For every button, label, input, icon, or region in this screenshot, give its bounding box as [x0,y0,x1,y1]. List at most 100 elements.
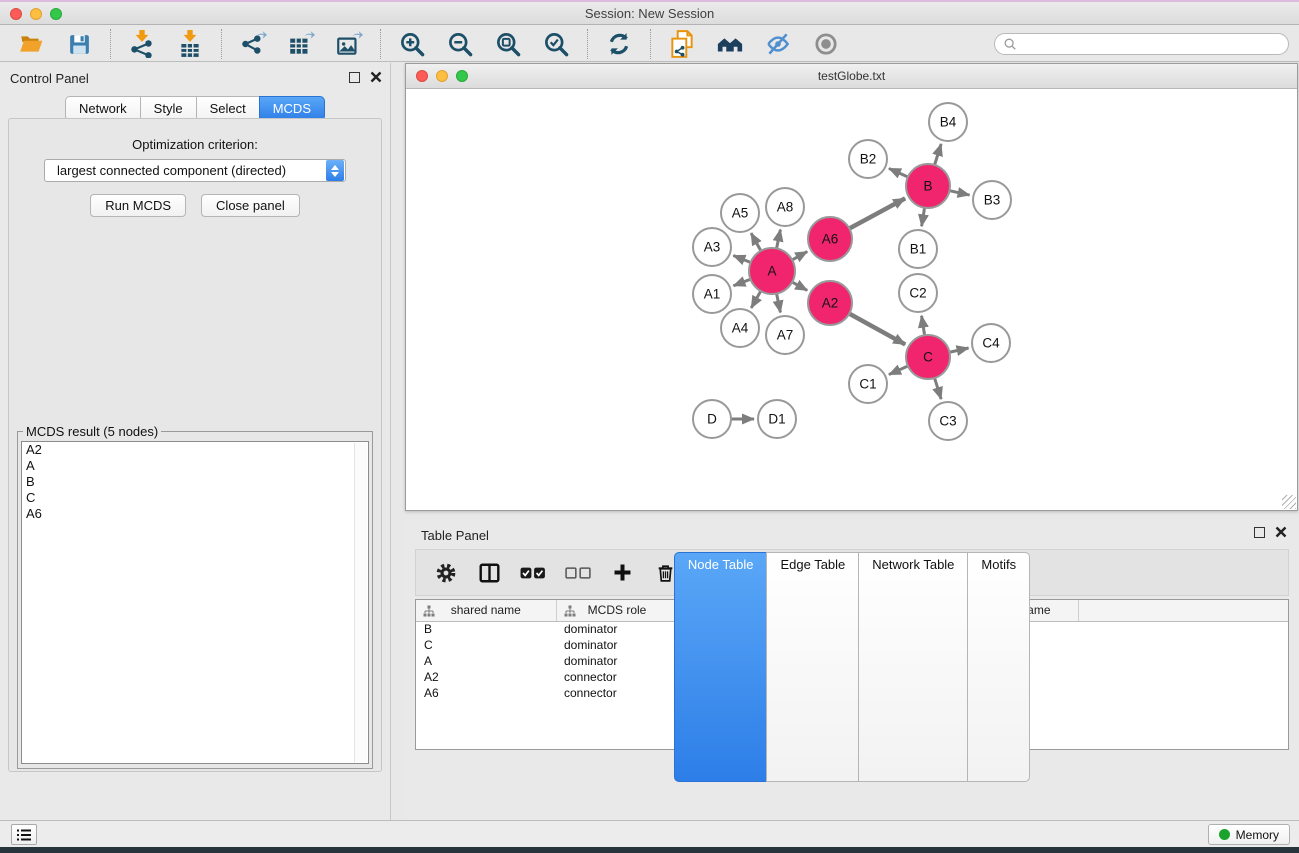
new-session-from-network-button[interactable] [668,30,696,58]
graph-edge-C-C1[interactable] [889,366,908,375]
graph-edge-A-A6[interactable] [792,252,807,260]
tab-network-table[interactable]: Network Table [858,552,968,782]
export-table-icon [287,30,315,58]
search-field[interactable] [994,33,1289,55]
refresh-layout-button[interactable] [605,30,633,58]
network-window-titlebar[interactable]: testGlobe.txt [406,64,1297,89]
graph-edge-A6-B[interactable] [849,198,905,228]
graph-edge-B-B1[interactable] [922,208,925,227]
main-toolbar [0,27,1299,62]
export-network-button[interactable] [239,30,267,58]
app-title: Session: New Session [0,6,1299,21]
open-folder-icon [18,31,44,57]
network-view-window: testGlobe.txt B4B2BB3A5A8A6B1A3AC2A1A2A4… [405,63,1298,511]
graphics-details-icon [764,31,792,57]
memory-button[interactable]: Memory [1208,824,1290,845]
optimization-criterion-label: Optimization criterion: [9,137,381,152]
graph-edge-C-C4[interactable] [949,348,968,352]
graph-node-label-B3: B3 [984,193,1001,208]
result-scrollbar[interactable] [354,443,367,762]
tab-edge-table[interactable]: Edge Table [766,552,859,782]
graph-node-label-B: B [923,179,932,194]
zoom-in-icon [399,31,426,58]
mcds-result-item[interactable]: A6 [22,506,368,522]
select-stepper-icon [326,160,344,181]
network-graph[interactable]: B4B2BB3A5A8A6B1A3AC2A1A2A4A7C4CC1C3DD1 [406,90,1297,510]
graph-edge-A-A3[interactable] [733,256,750,263]
graph-edge-A-A7[interactable] [777,294,781,313]
criterion-selected-value: largest connected component (directed) [45,163,325,178]
memory-status-icon [1219,829,1230,840]
graph-edge-A-A8[interactable] [777,230,781,249]
graph-edge-B-B4[interactable] [935,144,942,165]
zoom-fit-button[interactable] [494,30,522,58]
graph-node-label-A7: A7 [777,328,794,343]
zoom-out-button[interactable] [446,30,474,58]
graph-node-label-C: C [923,350,933,365]
graph-node-label-A5: A5 [732,206,749,221]
tab-node-table[interactable]: Node Table [674,552,768,782]
mcds-result-item[interactable]: A [22,458,368,474]
graph-edge-A-A4[interactable] [751,291,760,308]
mcds-result-items: A2ABCA6 [22,442,368,522]
mcds-tab-content: Optimization criterion: largest connecte… [8,118,382,772]
close-panel-button[interactable]: Close panel [201,194,300,217]
graph-edge-A2-C[interactable] [849,314,905,345]
graph-node-label-A2: A2 [822,296,839,311]
graph-edge-C-C2[interactable] [922,316,925,336]
table-panel: Table Panel [405,519,1299,820]
import-table-button[interactable] [176,30,204,58]
graph-node-label-B4: B4 [940,115,957,130]
graph-node-label-A1: A1 [704,287,721,302]
save-session-button[interactable] [65,30,93,58]
float-panel-button[interactable] [349,72,360,83]
network-canvas[interactable]: B4B2BB3A5A8A6B1A3AC2A1A2A4A7C4CC1C3DD1 [406,90,1297,510]
graph-node-label-A8: A8 [777,200,794,215]
import-network-button[interactable] [128,30,156,58]
graph-edge-B-B2[interactable] [889,168,908,177]
search-input[interactable] [1017,37,1280,51]
zoom-in-button[interactable] [398,30,426,58]
application-window: Session: New Session [0,0,1299,853]
mcds-result-list[interactable]: A2ABCA6 [21,441,369,764]
graph-node-label-A3: A3 [704,240,721,255]
network-window-title: testGlobe.txt [406,69,1297,83]
export-image-button[interactable] [335,30,363,58]
close-table-panel-icon[interactable] [1275,526,1287,538]
graph-edge-C-C3[interactable] [935,378,942,399]
export-network-icon [239,30,267,58]
graph-node-label-C4: C4 [982,336,1000,351]
graphics-details-button[interactable] [764,30,792,58]
export-table-button[interactable] [287,30,315,58]
float-table-panel-button[interactable] [1254,527,1265,538]
graph-edge-A-A5[interactable] [751,233,761,251]
control-panel-title: Control Panel [10,71,89,86]
eye-button[interactable] [812,30,840,58]
graph-edge-A-A1[interactable] [733,279,750,286]
zoom-selected-button[interactable] [542,30,570,58]
mcds-result-box: MCDS result (5 nodes) A2ABCA6 [17,424,373,769]
graph-node-label-D1: D1 [768,412,785,427]
graph-edge-A-A2[interactable] [792,282,807,290]
new-session-network-icon [668,29,696,59]
graph-node-label-A: A [767,264,776,279]
graph-node-label-A4: A4 [732,321,749,336]
criterion-select[interactable]: largest connected component (directed) [44,159,346,182]
graph-node-label-B1: B1 [910,242,927,257]
graph-edge-B-B3[interactable] [949,191,969,195]
graph-node-label-C1: C1 [859,377,876,392]
desktop-background-strip [0,847,1299,853]
mcds-result-item[interactable]: C [22,490,368,506]
run-mcds-button[interactable]: Run MCDS [90,194,186,217]
app-titlebar: Session: New Session [0,0,1299,25]
window-resize-grip[interactable] [1282,495,1296,509]
open-file-button[interactable] [17,30,45,58]
zoom-fit-icon [495,31,522,58]
tab-motifs[interactable]: Motifs [967,552,1030,782]
close-panel-icon[interactable] [370,71,382,83]
graph-node-label-C2: C2 [909,286,926,301]
mcds-result-item[interactable]: A2 [22,442,368,458]
task-history-button[interactable] [11,824,37,845]
mcds-result-item[interactable]: B [22,474,368,490]
home-button[interactable] [716,30,744,58]
